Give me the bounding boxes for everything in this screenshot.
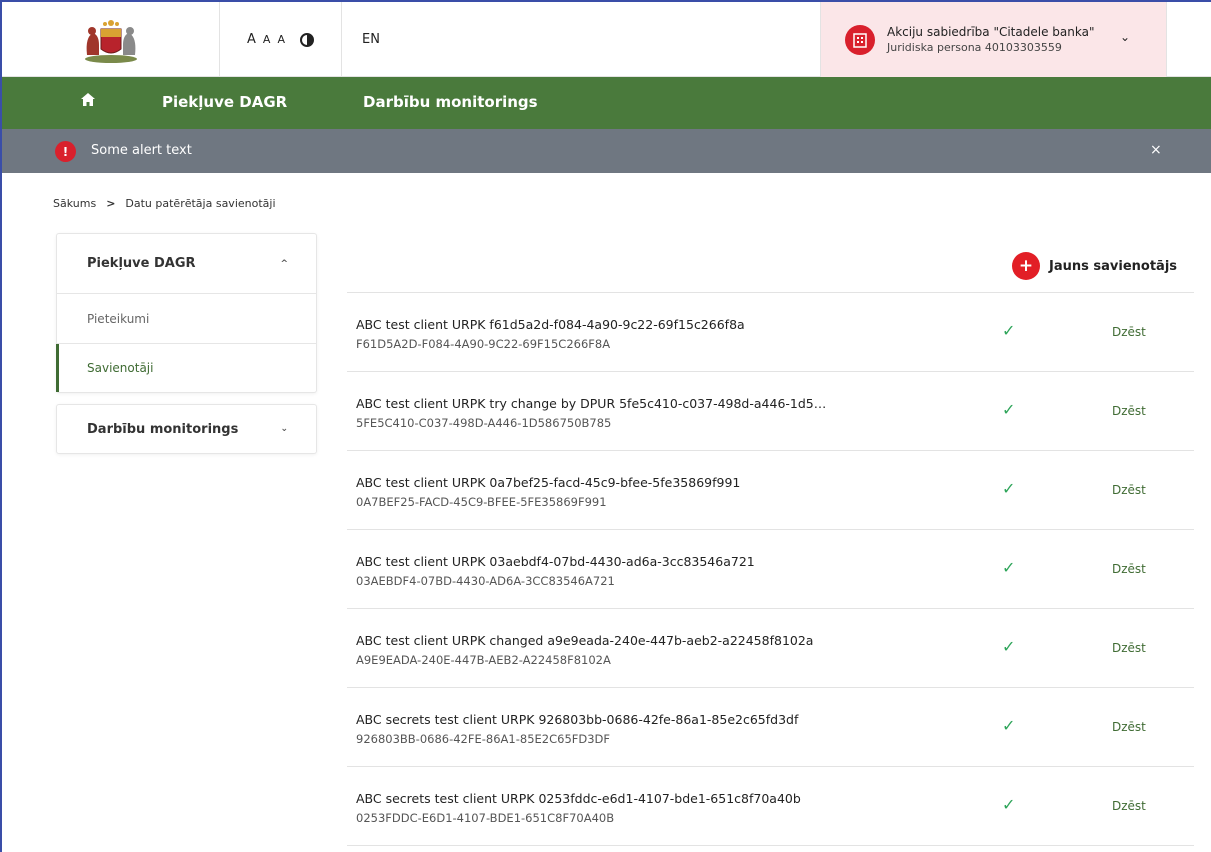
account-subtitle: Juridiska persona 40103303559 <box>887 40 1062 54</box>
close-icon[interactable]: × <box>1150 142 1162 158</box>
connector-id: 5FE5C410-C037-498D-A446-1D586750B785 <box>356 416 612 430</box>
home-icon[interactable] <box>80 92 96 112</box>
sidebar-section-header-monitoring[interactable]: Darbību monitorings ⌄ <box>57 405 316 453</box>
font-size-controls: A A A <box>220 2 342 77</box>
checkmark-icon: ✓ <box>1002 716 1016 735</box>
connector-id: 0253FDDC-E6D1-4107-BDE1-651C8F70A40B <box>356 811 615 825</box>
delete-link[interactable]: Dzēst <box>1112 325 1146 339</box>
building-icon <box>845 24 875 55</box>
font-size-medium-button[interactable]: A <box>263 33 272 46</box>
plus-icon: + <box>1012 252 1040 280</box>
sidebar-section-access: Piekļuve DAGR ^ Pieteikumi Savienotāji <box>56 233 317 393</box>
main-nav: Piekļuve DAGR Darbību monitorings <box>2 77 1211 129</box>
delete-link[interactable]: Dzēst <box>1112 483 1146 497</box>
checkmark-icon: ✓ <box>1002 479 1016 498</box>
connector-title: ABC secrets test client URPK 926803bb-06… <box>356 712 799 727</box>
new-connector-label: Jauns savienotājs <box>1049 258 1178 274</box>
delete-link[interactable]: Dzēst <box>1112 562 1146 576</box>
connector-id: 0A7BEF25-FACD-45C9-BFEE-5FE35869F991 <box>356 495 607 509</box>
alert-text: Some alert text <box>91 143 192 158</box>
breadcrumb-home[interactable]: Sākums <box>53 197 96 210</box>
connector-title: ABC secrets test client URPK 0253fddc-e6… <box>356 791 801 806</box>
list-item[interactable]: ABC test client URPK changed a9e9eada-24… <box>347 609 1194 688</box>
sidebar-item-connectors[interactable]: Savienotāji <box>56 344 316 392</box>
sidebar-section-header-access[interactable]: Piekļuve DAGR ^ <box>57 234 316 294</box>
checkmark-icon: ✓ <box>1002 321 1016 340</box>
font-size-small-button[interactable]: A <box>277 33 286 46</box>
chevron-up-icon[interactable]: ^ <box>280 259 288 269</box>
sidebar-item-label: Pieteikumi <box>87 311 150 326</box>
delete-link[interactable]: Dzēst <box>1112 799 1146 813</box>
checkmark-icon: ✓ <box>1002 637 1016 656</box>
nav-item-activity-monitoring[interactable]: Darbību monitorings <box>363 93 538 111</box>
alert-banner: ! Some alert text × <box>2 129 1211 173</box>
nav-item-access-dagr[interactable]: Piekļuve DAGR <box>162 93 287 111</box>
connector-title: ABC test client URPK changed a9e9eada-24… <box>356 633 814 648</box>
checkmark-icon: ✓ <box>1002 400 1016 419</box>
connector-title: ABC test client URPK try change by DPUR … <box>356 396 827 411</box>
list-item[interactable]: ABC secrets test client URPK 0253fddc-e6… <box>347 767 1194 846</box>
list-item[interactable]: ABC secrets test client URPK 926803bb-06… <box>347 688 1194 767</box>
language-selector[interactable]: EN <box>342 2 820 77</box>
breadcrumb-separator: > <box>106 197 116 210</box>
connector-id: 03AEBDF4-07BD-4430-AD6A-3CC83546A721 <box>356 574 615 588</box>
breadcrumb-current: Datu patērētāja savienotāji <box>125 197 276 210</box>
list-item[interactable]: ABC test client URPK 03aebdf4-07bd-4430-… <box>347 530 1194 609</box>
delete-link[interactable]: Dzēst <box>1112 641 1146 655</box>
sidebar-item-applications[interactable]: Pieteikumi <box>57 294 316 344</box>
new-connector-button[interactable]: + Jauns savienotājs <box>1012 252 1177 280</box>
sidebar-section-label: Darbību monitorings <box>87 421 239 437</box>
language-label[interactable]: EN <box>362 32 380 47</box>
list-item[interactable]: ABC test client URPK f61d5a2d-f084-4a90-… <box>347 293 1194 372</box>
checkmark-icon: ✓ <box>1002 795 1016 814</box>
sidebar-section-label: Piekļuve DAGR <box>87 256 196 271</box>
connector-id: F61D5A2D-F084-4A90-9C22-69F15C266F8A <box>356 337 611 351</box>
connector-id: 926803BB-0686-42FE-86A1-85E2C65FD3DF <box>356 732 611 746</box>
logo-cell[interactable] <box>2 2 220 77</box>
sidebar-item-label: Savienotāji <box>87 361 154 375</box>
connector-list: ABC test client URPK f61d5a2d-f084-4a90-… <box>347 292 1194 846</box>
account-name: Akciju sabiedrība "Citadele banka" <box>887 24 1095 39</box>
contrast-icon[interactable] <box>299 32 314 47</box>
font-size-large-button[interactable]: A <box>247 32 257 47</box>
top-header: A A A EN Akciju sabiedrība "Citadele ban… <box>2 2 1211 77</box>
chevron-down-icon[interactable]: ⌄ <box>280 424 288 434</box>
connector-title: ABC test client URPK f61d5a2d-f084-4a90-… <box>356 317 745 332</box>
warning-icon: ! <box>55 141 76 162</box>
list-item[interactable]: ABC test client URPK 0a7bef25-facd-45c9-… <box>347 451 1194 530</box>
list-item[interactable]: ABC test client URPK try change by DPUR … <box>347 372 1194 451</box>
connector-title: ABC test client URPK 03aebdf4-07bd-4430-… <box>356 554 755 569</box>
connector-id: A9E9EADA-240E-447B-AEB2-A22458F8102A <box>356 653 611 667</box>
sidebar-section-monitoring: Darbību monitorings ⌄ <box>56 404 317 454</box>
account-switcher[interactable]: Akciju sabiedrība "Citadele banka" Jurid… <box>820 2 1167 77</box>
connector-title: ABC test client URPK 0a7bef25-facd-45c9-… <box>356 475 741 490</box>
breadcrumb: Sākums > Datu patērētāja savienotāji <box>53 197 276 210</box>
delete-link[interactable]: Dzēst <box>1112 404 1146 418</box>
coat-of-arms-icon[interactable] <box>79 15 143 65</box>
account-info: Akciju sabiedrība "Citadele banka" Jurid… <box>887 25 1094 55</box>
chevron-down-icon[interactable]: ⌄ <box>1120 30 1130 44</box>
delete-link[interactable]: Dzēst <box>1112 720 1146 734</box>
checkmark-icon: ✓ <box>1002 558 1016 577</box>
